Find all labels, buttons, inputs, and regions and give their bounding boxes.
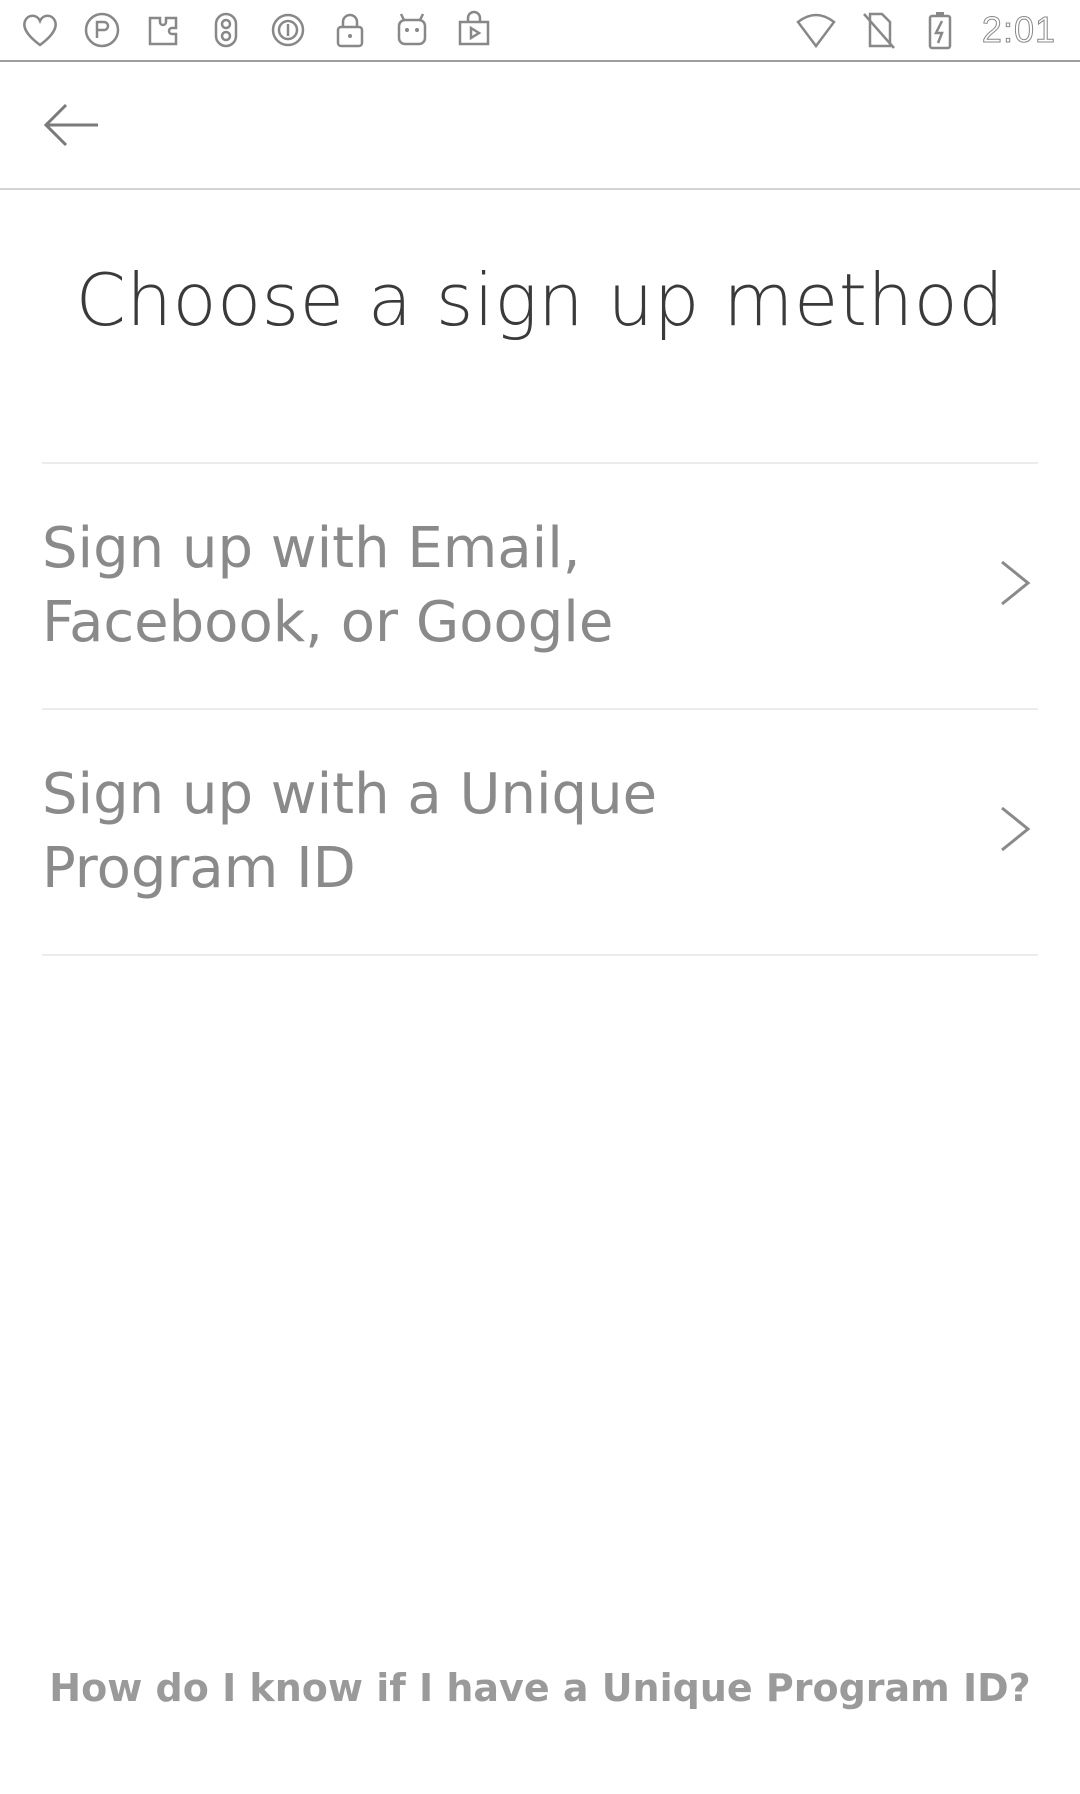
page-title: Choose a sign up method	[75, 258, 1005, 342]
status-bar: 2:01	[0, 0, 1080, 62]
android-icon	[392, 8, 432, 52]
app-bar	[0, 62, 1080, 190]
ps-icon	[82, 8, 122, 52]
back-button[interactable]	[36, 92, 108, 158]
sync-icon	[268, 8, 308, 52]
option-label: Sign up with Email, Facebook, or Google	[42, 516, 614, 655]
arrow-left-icon	[43, 103, 98, 147]
puzzle-icon	[144, 8, 184, 52]
battery-charging-icon	[920, 8, 960, 52]
status-left-icons	[20, 8, 494, 52]
signup-email-facebook-google-option[interactable]: Sign up with Email, Facebook, or Google	[42, 464, 1038, 710]
heart-icon	[20, 8, 60, 52]
play-store-icon	[454, 8, 494, 52]
status-right-icons: 2:01	[796, 8, 1056, 52]
no-sim-icon	[858, 8, 898, 52]
vpn-icon	[206, 8, 246, 52]
unique-program-id-help-link[interactable]: How do I know if I have a Unique Program…	[0, 1666, 1080, 1710]
wifi-icon	[796, 8, 836, 52]
chevron-right-icon	[998, 558, 1038, 614]
signup-unique-program-id-option[interactable]: Sign up with a Unique Program ID	[42, 710, 1038, 956]
option-label: Sign up with a Unique Program ID	[42, 762, 658, 901]
signup-options-list: Sign up with Email, Facebook, or Google …	[42, 462, 1038, 956]
chevron-right-icon	[998, 804, 1038, 860]
status-time: 2:01	[981, 9, 1056, 51]
lock-icon	[330, 8, 370, 52]
